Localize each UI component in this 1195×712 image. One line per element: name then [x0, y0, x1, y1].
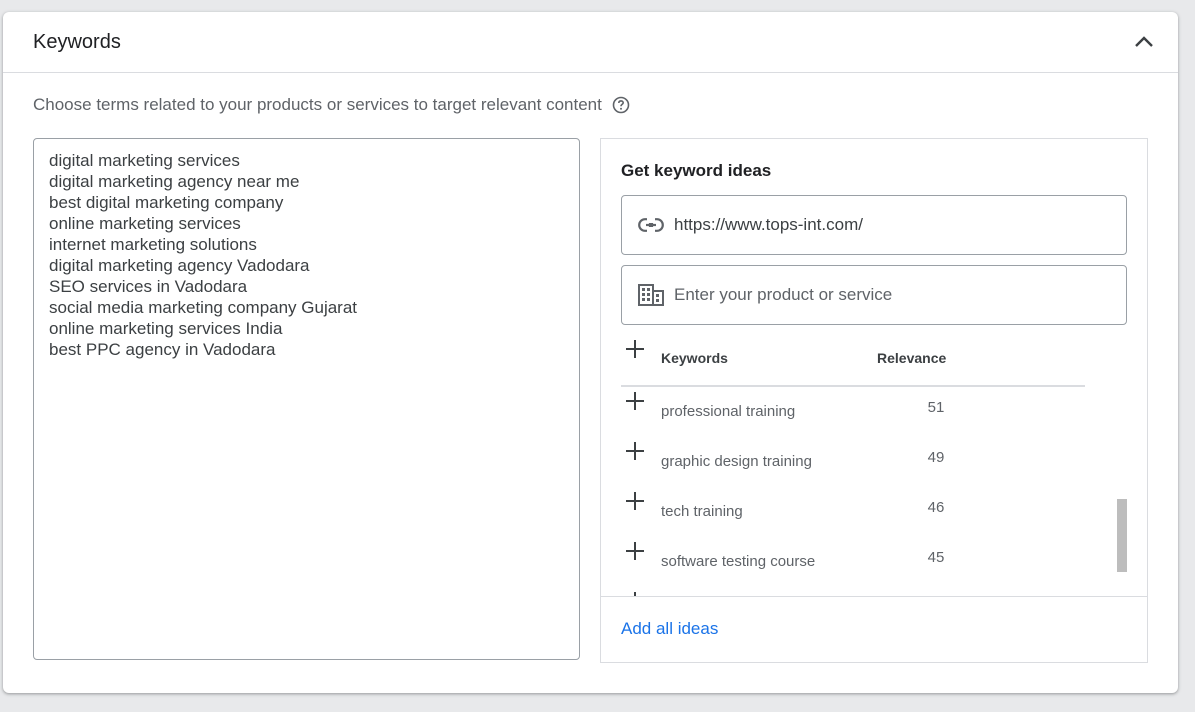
product-input[interactable] — [674, 285, 1094, 305]
idea-row: professional training 51 — [621, 389, 1085, 439]
card-header[interactable]: Keywords — [3, 12, 1178, 73]
add-all-ideas-button[interactable]: Add all ideas — [621, 619, 718, 639]
ideas-footer: Add all ideas — [601, 596, 1147, 662]
idea-row: tech training 46 — [621, 489, 1085, 539]
link-icon — [638, 218, 664, 232]
description-text: Choose terms related to your products or… — [33, 95, 602, 114]
keywords-textarea[interactable]: digital marketing services digital marke… — [33, 138, 580, 660]
url-input[interactable] — [674, 215, 1094, 235]
idea-relevance: 46 — [927, 499, 945, 516]
column-header-relevance[interactable]: Relevance — [877, 350, 946, 366]
product-field[interactable] — [621, 265, 1127, 325]
keyword-line: digital marketing agency near me — [49, 172, 300, 191]
plus-icon[interactable] — [625, 441, 645, 461]
idea-row-partial — [621, 589, 1085, 596]
plus-icon[interactable] — [625, 339, 645, 359]
idea-row: graphic design training 49 — [621, 439, 1085, 489]
ideas-list: professional training 51 graphic design … — [621, 389, 1085, 596]
plus-icon[interactable] — [625, 491, 645, 511]
idea-relevance: 45 — [927, 549, 945, 566]
column-header-keywords[interactable]: Keywords — [661, 350, 728, 366]
keyword-line: best PPC agency in Vadodara — [49, 340, 276, 359]
keyword-line: internet marketing solutions — [49, 235, 257, 254]
idea-keyword: software testing course — [661, 553, 816, 570]
help-icon[interactable] — [612, 96, 630, 114]
keyword-line: digital marketing agency Vadodara — [49, 256, 310, 275]
chevron-up-icon — [1135, 36, 1153, 47]
plus-icon[interactable] — [625, 391, 645, 411]
idea-keyword: graphic design training — [661, 453, 812, 470]
keyword-line: digital marketing services — [49, 151, 240, 170]
building-icon — [638, 284, 664, 306]
keyword-line: online marketing services India — [49, 319, 283, 338]
section-title: Keywords — [33, 30, 121, 53]
ideas-table-header: Keywords Relevance — [621, 335, 1085, 387]
keyword-ideas-panel: Get keyword ideas https://www.tops-int.c… — [600, 138, 1148, 663]
keyword-line: social media marketing company Gujarat — [49, 298, 358, 317]
collapse-button[interactable] — [1126, 24, 1162, 60]
idea-keyword: professional training — [661, 403, 796, 420]
url-field[interactable] — [621, 195, 1127, 255]
plus-icon[interactable] — [625, 541, 645, 561]
idea-relevance: 51 — [927, 399, 945, 416]
ideas-title: Get keyword ideas — [621, 161, 772, 180]
ideas-scrollbar[interactable] — [1117, 499, 1127, 572]
keywords-card: Keywords Choose terms related to your pr… — [3, 12, 1178, 693]
keyword-line: best digital marketing company — [49, 193, 284, 212]
idea-relevance: 49 — [927, 449, 945, 466]
idea-keyword: tech training — [661, 503, 743, 520]
keyword-line: online marketing services — [49, 214, 241, 233]
section-description: Choose terms related to your products or… — [33, 95, 630, 115]
keyword-line: SEO services in Vadodara — [49, 277, 248, 296]
idea-row: software testing course 45 — [621, 539, 1085, 589]
